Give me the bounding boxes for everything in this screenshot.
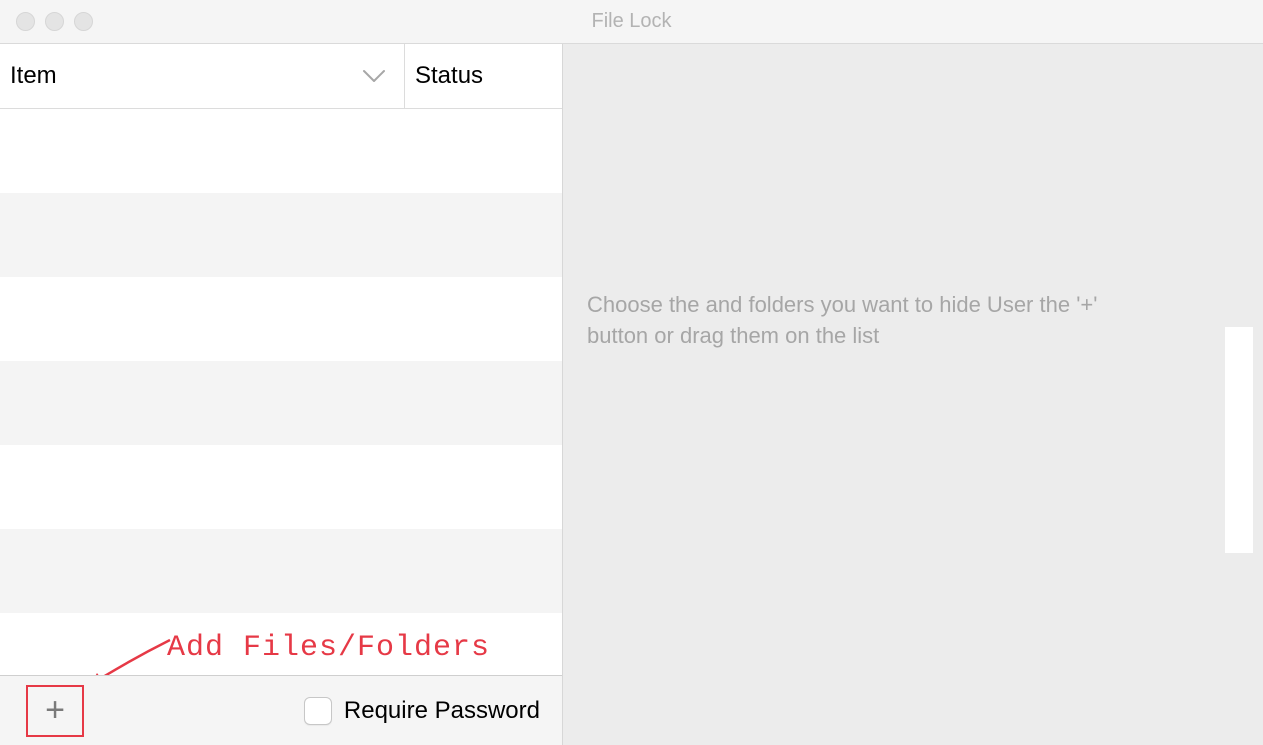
table-row[interactable] bbox=[0, 109, 562, 193]
table-row[interactable] bbox=[0, 277, 562, 361]
table-row[interactable] bbox=[0, 193, 562, 277]
plus-icon: + bbox=[45, 691, 65, 730]
require-password-label: Require Password bbox=[344, 697, 540, 725]
table-row[interactable] bbox=[0, 361, 562, 445]
chevron-down-icon bbox=[362, 63, 394, 89]
require-password-checkbox[interactable] bbox=[304, 697, 332, 725]
close-window-button[interactable] bbox=[16, 12, 35, 31]
scrollbar-track[interactable] bbox=[1225, 327, 1253, 553]
left-pane: Item Status Add Files/Folders bbox=[0, 44, 563, 745]
column-header-item[interactable]: Item bbox=[0, 44, 405, 108]
window-controls bbox=[0, 12, 93, 31]
table-body[interactable]: Add Files/Folders bbox=[0, 109, 562, 675]
require-password-control: Require Password bbox=[304, 697, 550, 725]
left-toolbar: + Require Password bbox=[0, 675, 562, 745]
column-header-status[interactable]: Status bbox=[405, 44, 562, 108]
main-content: Item Status Add Files/Folders bbox=[0, 44, 1263, 745]
table-row[interactable] bbox=[0, 613, 562, 673]
right-pane: Choose the and folders you want to hide … bbox=[563, 44, 1263, 745]
table-header: Item Status bbox=[0, 44, 562, 109]
column-header-item-label: Item bbox=[10, 62, 57, 90]
table-row[interactable] bbox=[0, 529, 562, 613]
column-header-status-label: Status bbox=[415, 62, 483, 90]
maximize-window-button[interactable] bbox=[74, 12, 93, 31]
window-title: File Lock bbox=[591, 10, 671, 33]
table-row[interactable] bbox=[0, 445, 562, 529]
minimize-window-button[interactable] bbox=[45, 12, 64, 31]
titlebar: File Lock bbox=[0, 0, 1263, 44]
add-button[interactable]: + bbox=[26, 685, 84, 737]
help-text: Choose the and folders you want to hide … bbox=[587, 290, 1157, 352]
